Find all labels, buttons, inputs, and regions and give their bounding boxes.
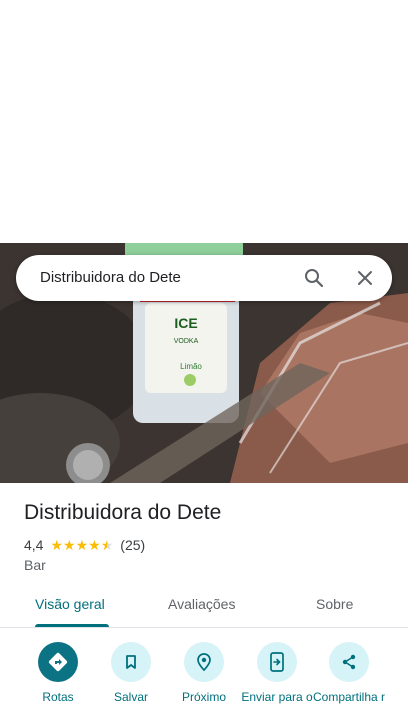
action-bar: Rotas Salvar Próximo Enviar para o Compa… [0,640,408,726]
directions-button[interactable]: Rotas [18,640,98,704]
directions-icon [38,642,78,682]
save-button[interactable]: Salvar [91,640,171,704]
search-input[interactable]: Distribuidora do Dete [40,269,181,286]
star-icon: ★ [88,537,101,553]
directions-label: Rotas [42,690,74,704]
place-title: Distribuidora do Dete [24,501,222,524]
svg-text:Limão: Limão [180,362,202,371]
bookmark-icon [111,642,151,682]
share-label: Compartilha r [312,690,386,704]
nearby-button[interactable]: Próximo [164,640,244,704]
search-bar[interactable]: Distribuidora do Dete [16,255,392,301]
star-icon: ★ [75,537,89,553]
close-icon[interactable] [353,266,377,290]
send-to-phone-button[interactable]: Enviar para o [237,640,317,704]
tab-about[interactable]: Sobre [316,596,353,612]
nearby-label: Próximo [181,690,226,704]
share-icon [329,642,369,682]
rating-row[interactable]: 4,4 ★ ★ ★ ★ ★ (25) [24,536,145,554]
svg-text:ICE: ICE [174,315,197,331]
half-star-icon: ★ [100,537,114,553]
place-category: Bar [24,557,46,573]
send-to-phone-icon [257,642,297,682]
star-icon: ★ [63,537,76,553]
tab-overview[interactable]: Visão geral [35,596,105,612]
share-button[interactable]: Compartilha r [309,640,389,704]
tab-reviews[interactable]: Avaliações [168,596,235,612]
star-icon: ★ [50,537,64,553]
rating-value: 4,4 [24,537,44,553]
tab-bar: Visão geral Avaliações Sobre [0,584,408,628]
active-tab-indicator [35,624,109,627]
map-area-blank [0,0,408,243]
search-icon[interactable] [302,266,326,290]
nearby-icon [184,642,224,682]
svg-text:VODKA: VODKA [174,338,199,345]
send-to-phone-label: Enviar para o [241,690,313,704]
star-rating: ★ ★ ★ ★ ★ [50,538,113,552]
review-count[interactable]: (25) [120,537,145,553]
save-label: Salvar [113,690,148,704]
